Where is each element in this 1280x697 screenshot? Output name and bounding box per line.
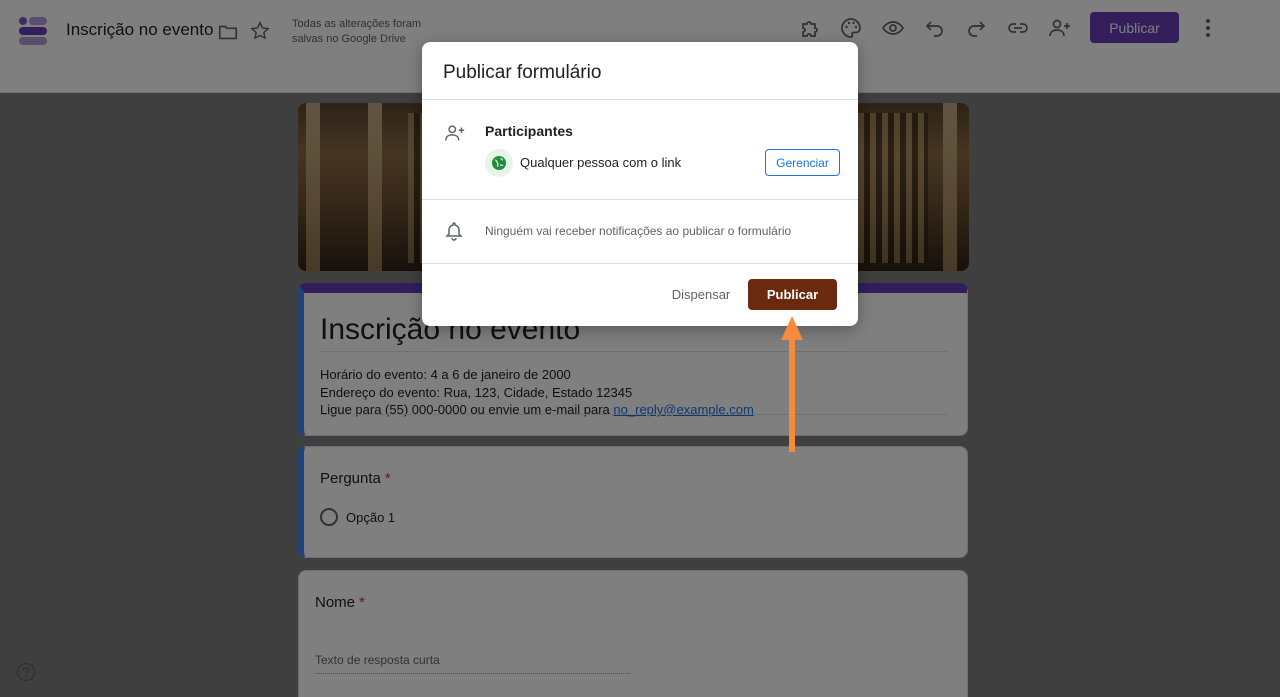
notification-info: Ninguém vai receber notificações ao publ… bbox=[485, 224, 792, 238]
dismiss-button[interactable]: Dispensar bbox=[660, 279, 742, 309]
publish-dialog: Publicar formulário Participantes Qualqu… bbox=[422, 42, 858, 326]
publish-button[interactable]: Publicar bbox=[748, 279, 837, 310]
dialog-title: Publicar formulário bbox=[443, 62, 602, 83]
audience-label: Qualquer pessoa com o link bbox=[520, 155, 682, 170]
bell-icon bbox=[445, 222, 463, 241]
participants-label: Participantes bbox=[485, 123, 573, 139]
add-person-icon bbox=[445, 125, 465, 141]
globe-icon bbox=[485, 149, 513, 177]
manage-button[interactable]: Gerenciar bbox=[765, 149, 840, 176]
annotation-arrow bbox=[781, 316, 803, 452]
